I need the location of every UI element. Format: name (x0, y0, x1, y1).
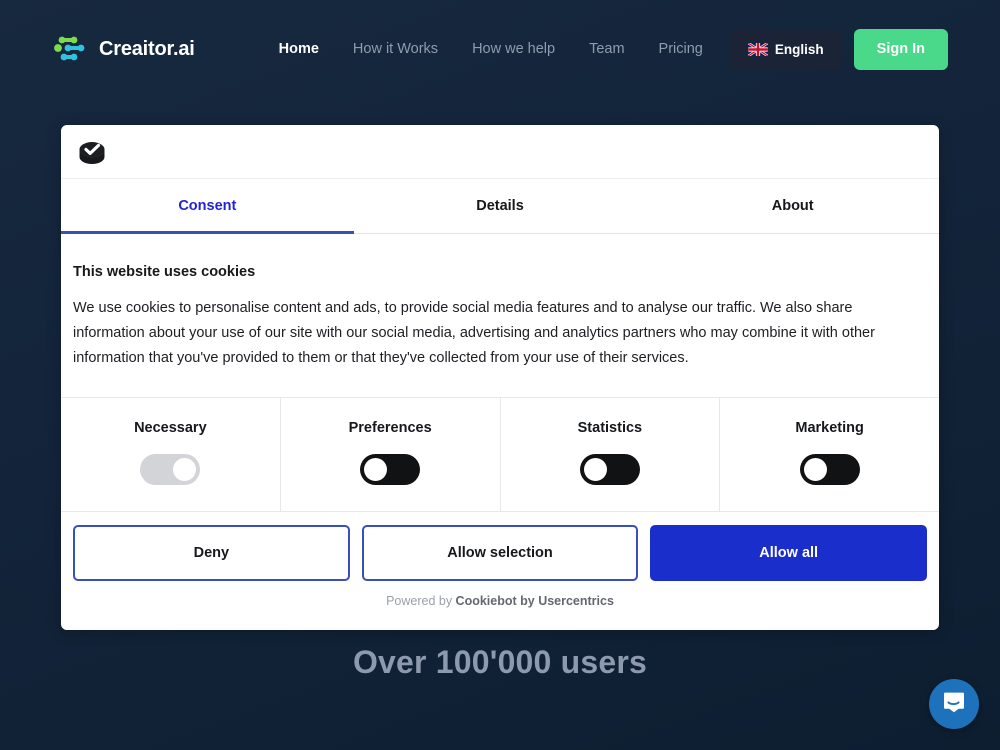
vendor-name[interactable]: Cookiebot by Usercentrics (456, 594, 614, 608)
dialog-body: This website uses cookies We use cookies… (61, 234, 939, 397)
allow-all-button[interactable]: Allow all (650, 525, 927, 581)
toggle-knob (584, 458, 607, 481)
chat-widget-button[interactable] (929, 679, 979, 729)
category-label: Marketing (795, 420, 864, 436)
toggle-marketing[interactable] (800, 454, 860, 485)
dialog-description: We use cookies to personalise content an… (73, 296, 927, 371)
consent-categories: Necessary Preferences Statistics Marketi… (61, 397, 939, 512)
category-statistics: Statistics (501, 398, 721, 511)
toggle-preferences[interactable] (360, 454, 420, 485)
nav-item-team[interactable]: Team (589, 41, 624, 57)
dialog-logo-bar (61, 125, 939, 179)
language-selector[interactable]: English (730, 29, 842, 70)
intercom-chat-icon (941, 689, 967, 720)
category-label: Necessary (134, 420, 207, 436)
dialog-tabs: Consent Details About (61, 179, 939, 234)
category-marketing: Marketing (720, 398, 939, 511)
brand-name: Creaitor.ai (99, 38, 195, 61)
main-navigation: Home How it Works How we help Team Prici… (279, 41, 703, 57)
brand-logo[interactable]: Creaitor.ai (54, 33, 195, 65)
category-preferences: Preferences (281, 398, 501, 511)
site-header: Creaitor.ai Home How it Works How we hel… (0, 0, 1000, 98)
hero-heading: Over 100'000 users (0, 644, 1000, 681)
network-nodes-logo-icon (54, 33, 88, 65)
toggle-statistics[interactable] (580, 454, 640, 485)
allow-selection-button[interactable]: Allow selection (362, 525, 639, 581)
language-label: English (775, 42, 824, 57)
deny-button[interactable]: Deny (73, 525, 350, 581)
cookie-consent-dialog: Consent Details About This website uses … (61, 125, 939, 630)
dialog-actions: Deny Allow selection Allow all (61, 512, 939, 594)
tab-details[interactable]: Details (354, 179, 647, 234)
uk-flag-icon (748, 43, 768, 56)
nav-item-how-we-help[interactable]: How we help (472, 41, 555, 57)
dialog-footer: Powered by Cookiebot by Usercentrics (61, 594, 939, 630)
nav-item-how-it-works[interactable]: How it Works (353, 41, 438, 57)
cookiebot-cookie-check-icon (77, 138, 107, 166)
sign-in-button[interactable]: Sign In (854, 29, 948, 70)
toggle-necessary (140, 454, 200, 485)
nav-item-home[interactable]: Home (279, 41, 319, 57)
category-necessary: Necessary (61, 398, 281, 511)
nav-item-pricing[interactable]: Pricing (659, 41, 703, 57)
toggle-knob (804, 458, 827, 481)
tab-about[interactable]: About (646, 179, 939, 234)
dialog-title: This website uses cookies (73, 264, 927, 280)
tab-consent[interactable]: Consent (61, 179, 354, 234)
toggle-knob (173, 458, 196, 481)
category-label: Preferences (349, 420, 432, 436)
powered-by-label: Powered by (386, 594, 455, 608)
header-actions: English Sign In (730, 29, 948, 70)
toggle-knob (364, 458, 387, 481)
category-label: Statistics (578, 420, 642, 436)
